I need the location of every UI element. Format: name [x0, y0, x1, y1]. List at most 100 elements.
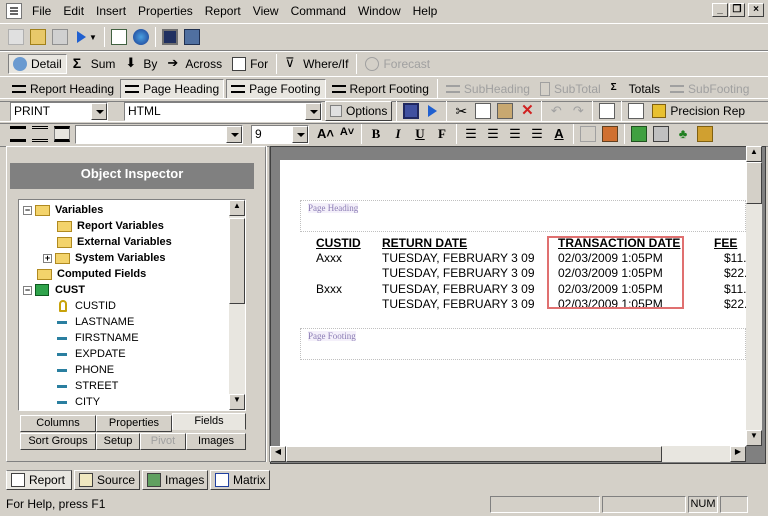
page-footing-button[interactable]: Page Footing — [226, 79, 326, 99]
menu-report[interactable]: Report — [199, 0, 247, 22]
format-select[interactable]: HTML — [124, 101, 322, 121]
menu-edit[interactable]: Edit — [57, 0, 90, 22]
font-color-icon[interactable]: A — [551, 126, 567, 142]
page-footing-band[interactable] — [300, 328, 746, 360]
column-header-custid[interactable]: CUSTID — [316, 236, 361, 250]
copy-icon[interactable] — [475, 103, 492, 119]
hierarchy-icon[interactable]: ♣ — [675, 126, 691, 142]
tab-matrix[interactable]: Matrix — [210, 470, 270, 490]
window-icon[interactable] — [183, 29, 200, 45]
tree-node-external-variables[interactable]: External Variables — [57, 234, 172, 250]
scroll-down-icon[interactable]: ▼ — [746, 430, 762, 446]
tree-node-computed-fields[interactable]: Computed Fields — [37, 266, 146, 282]
across-button[interactable]: ➔ Across — [163, 54, 226, 74]
app-document-icon[interactable] — [6, 3, 22, 19]
scroll-down-icon[interactable]: ▼ — [229, 394, 245, 410]
tree-node-cust[interactable]: − CUST — [23, 282, 85, 298]
report-footing-button[interactable]: Report Footing — [328, 79, 433, 99]
page-heading-band[interactable] — [300, 200, 746, 232]
minimize-button[interactable]: _ — [712, 3, 728, 17]
tab-report[interactable]: Report — [6, 470, 72, 490]
tree-node-report-variables[interactable]: Report Variables — [57, 218, 164, 234]
detail-button[interactable]: Detail — [8, 54, 67, 74]
open-icon[interactable] — [30, 29, 46, 45]
cut-icon[interactable]: ✂ — [453, 103, 469, 119]
menu-window[interactable]: Window — [352, 0, 407, 22]
scroll-up-icon[interactable]: ▲ — [229, 200, 245, 216]
tree-node-variables[interactable]: − Variables — [23, 202, 103, 218]
tree-field-firstname[interactable]: FIRSTNAME — [53, 330, 139, 346]
bold-icon[interactable]: B — [368, 126, 384, 142]
tree-field-city[interactable]: CITY — [53, 394, 100, 410]
undo-icon[interactable]: ↶ — [548, 103, 564, 119]
preview-icon[interactable] — [599, 103, 616, 119]
align-center-icon[interactable]: ☰ — [485, 126, 501, 142]
column-header-fee[interactable]: FEE — [714, 236, 737, 250]
font-size-select[interactable]: 9 — [251, 124, 309, 144]
new-icon[interactable] — [8, 29, 24, 45]
for-button[interactable]: For — [228, 54, 272, 74]
collapse-icon[interactable]: − — [23, 285, 32, 295]
options-button[interactable]: Options — [325, 101, 393, 121]
decrease-font-icon[interactable]: A˅ — [339, 126, 355, 142]
paste-icon[interactable] — [497, 103, 514, 119]
justify-icon[interactable]: ☰ — [529, 126, 545, 142]
style-icon[interactable] — [602, 126, 618, 142]
tab-sort-groups[interactable]: Sort Groups — [20, 433, 96, 450]
italic-icon[interactable]: I — [390, 126, 406, 142]
menu-help[interactable]: Help — [407, 0, 444, 22]
canvas-horizontal-scrollbar[interactable]: ◀ ▶ — [270, 446, 746, 462]
tab-columns[interactable]: Columns — [20, 415, 96, 432]
by-button[interactable]: ⬇ By — [121, 54, 161, 74]
subtotal-button[interactable]: SubTotal — [536, 79, 605, 99]
output-select[interactable]: PRINT — [10, 101, 108, 121]
tab-setup[interactable]: Setup — [96, 433, 140, 450]
precision-report-button[interactable]: Precision Rep — [648, 101, 749, 121]
traffic-icon[interactable] — [697, 126, 713, 142]
tree-icon[interactable] — [110, 29, 127, 45]
totals-button[interactable]: Σ Totals — [607, 79, 664, 99]
sum-button[interactable]: Σ Sum — [69, 54, 120, 74]
tab-properties[interactable]: Properties — [96, 415, 172, 432]
layout-two-icon[interactable] — [32, 126, 48, 142]
scroll-thumb[interactable] — [286, 446, 662, 462]
run-dropdown-icon[interactable]: ▼ — [89, 33, 97, 42]
tree-node-system-variables[interactable]: + System Variables — [43, 250, 166, 266]
chevron-down-icon[interactable] — [292, 125, 308, 143]
tree-field-phone[interactable]: PHONE — [53, 362, 114, 378]
scroll-left-icon[interactable]: ◀ — [270, 446, 286, 462]
subfooting-button[interactable]: SubFooting — [666, 79, 753, 99]
tree-field-custid[interactable]: CUSTID — [55, 298, 116, 314]
menu-properties[interactable]: Properties — [132, 0, 199, 22]
scroll-thumb[interactable] — [746, 162, 762, 204]
tab-images-bottom[interactable]: Images — [142, 470, 208, 490]
restore-button[interactable]: ❐ — [729, 3, 745, 17]
chevron-down-icon[interactable] — [226, 125, 242, 143]
layout-one-icon[interactable] — [10, 126, 26, 142]
save-icon[interactable] — [403, 103, 420, 119]
chevron-down-icon[interactable] — [91, 102, 107, 120]
column-header-return-date[interactable]: RETURN DATE — [382, 236, 467, 250]
tab-source[interactable]: Source — [74, 470, 140, 490]
chart-icon[interactable] — [631, 126, 647, 142]
edit-icon[interactable] — [52, 29, 68, 45]
tree-scrollbar[interactable]: ▲ ▼ — [229, 200, 245, 410]
calculator-icon[interactable] — [653, 126, 669, 142]
menu-view[interactable]: View — [247, 0, 285, 22]
expand-icon[interactable]: + — [43, 253, 52, 263]
menu-command[interactable]: Command — [285, 0, 352, 22]
page-heading-button[interactable]: Page Heading — [120, 79, 225, 99]
where-if-button[interactable]: ⊽ Where/If — [281, 54, 352, 74]
tree-field-expdate[interactable]: EXPDATE — [53, 346, 126, 362]
globe-icon[interactable] — [132, 29, 149, 45]
redo-icon[interactable]: ↷ — [570, 103, 586, 119]
report-heading-button[interactable]: Report Heading — [8, 79, 118, 99]
run-report-icon[interactable] — [428, 105, 438, 117]
close-button[interactable]: × — [748, 3, 764, 17]
collapse-icon[interactable]: − — [23, 205, 32, 215]
lock-icon[interactable] — [580, 126, 596, 142]
tab-fields[interactable]: Fields — [172, 413, 246, 430]
tree-field-street[interactable]: STREET — [53, 378, 118, 394]
delete-icon[interactable]: ✕ — [519, 103, 535, 119]
align-left-icon[interactable]: ☰ — [463, 126, 479, 142]
